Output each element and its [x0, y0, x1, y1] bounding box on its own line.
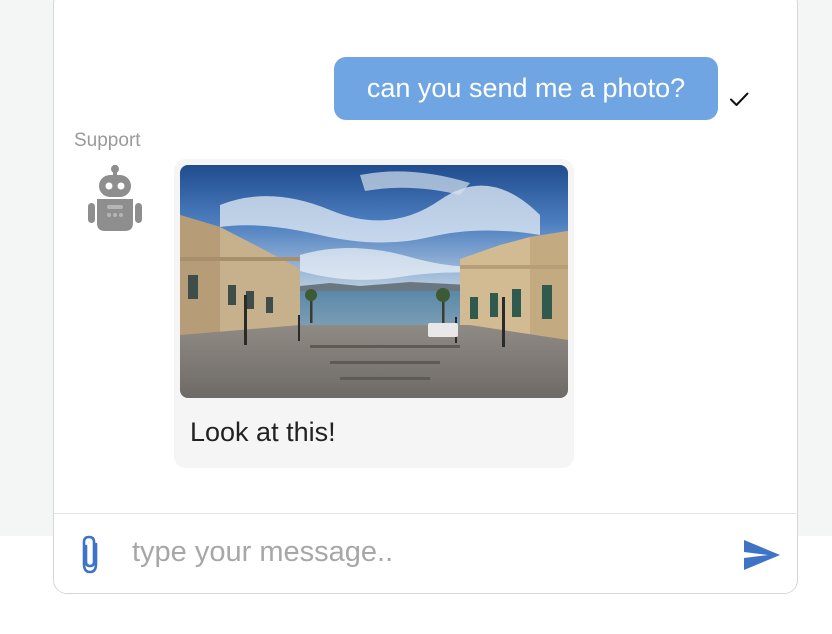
outgoing-message-text: can you send me a photo?	[366, 73, 686, 103]
incoming-message-bubble: Look at this!	[174, 159, 574, 468]
incoming-message-text: Look at this!	[190, 417, 336, 447]
robot-icon	[88, 165, 142, 231]
outgoing-message-bubble: can you send me a photo?	[334, 57, 718, 120]
paperclip-icon[interactable]	[76, 534, 106, 576]
check-icon	[730, 92, 749, 106]
sender-name: Support	[74, 130, 141, 151]
message-input[interactable]	[132, 528, 712, 576]
send-icon[interactable]	[742, 538, 782, 572]
chat-window: can you send me a photo? Support Look at…	[53, 0, 798, 594]
message-photo[interactable]	[180, 165, 568, 398]
message-composer	[54, 513, 796, 593]
